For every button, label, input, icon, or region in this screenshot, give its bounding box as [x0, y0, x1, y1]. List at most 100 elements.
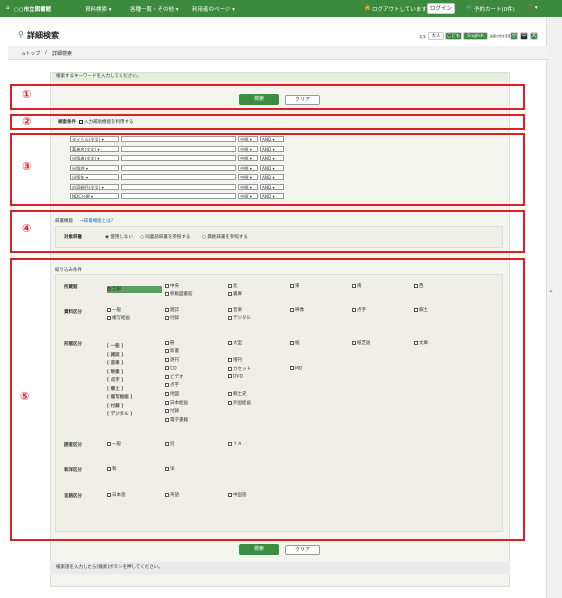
- form-option[interactable]: 付録: [165, 408, 179, 414]
- type-option[interactable]: 郷土: [414, 307, 428, 313]
- form-option[interactable]: 電子書籍: [165, 417, 188, 423]
- site-name[interactable]: ○○市立図書館: [14, 5, 51, 13]
- form-option[interactable]: 増刊: [228, 357, 242, 363]
- library-option[interactable]: 全部: [107, 286, 121, 292]
- help-icon[interactable]: ❓▾: [528, 5, 538, 11]
- zoom-small-button[interactable]: 小: [510, 32, 518, 40]
- match-select[interactable]: 中間 ▾: [238, 174, 258, 180]
- form-option[interactable]: 新書: [165, 348, 179, 354]
- zoom-medium-button[interactable]: 中: [520, 32, 528, 40]
- reader-option[interactable]: ＹＡ: [228, 441, 242, 447]
- form-option[interactable]: MD: [290, 366, 302, 372]
- form-option[interactable]: 地図: [165, 391, 179, 397]
- form-option[interactable]: 逐刊: [165, 357, 179, 363]
- operator-select[interactable]: AND ▾: [260, 183, 284, 190]
- type-option[interactable]: 点字: [352, 307, 366, 313]
- home-icon[interactable]: ⌂: [6, 5, 10, 11]
- library-option[interactable]: 南: [352, 283, 362, 289]
- lang-type-option[interactable]: 洋: [165, 466, 175, 472]
- lang-type-option[interactable]: 和: [107, 466, 117, 472]
- match-select[interactable]: 中間 ▾: [238, 164, 258, 171]
- keyword-input[interactable]: [121, 145, 236, 152]
- keyword-input[interactable]: [121, 183, 236, 190]
- form-group-label: [ 音楽 ]: [107, 361, 124, 366]
- form-option[interactable]: 文庫: [414, 340, 428, 346]
- dictionary-help-link[interactable]: →辞書機能とは？: [80, 218, 115, 224]
- library-option[interactable]: 西: [414, 283, 424, 289]
- clear-button[interactable]: クリア: [285, 95, 320, 105]
- type-option[interactable]: デジタル: [228, 315, 251, 321]
- keyword-input[interactable]: [121, 155, 236, 161]
- zoom-large-button[interactable]: 大: [530, 32, 538, 40]
- form-option[interactable]: 外国絵画: [228, 400, 251, 406]
- library-option[interactable]: 東: [290, 283, 300, 289]
- field-select[interactable]: 出版年 ▾: [70, 174, 119, 180]
- field-select[interactable]: 出版者(全文) ▾: [70, 155, 119, 161]
- field-select[interactable]: タイトル(全文) ▾: [70, 136, 119, 142]
- operator-select[interactable]: AND ▾: [260, 136, 284, 142]
- library-option[interactable]: 中央: [165, 283, 179, 289]
- dict-option-none[interactable]: ◉ 使用しない: [105, 234, 133, 240]
- dict-option-authority[interactable]: ○ 典拠辞書を参照する: [202, 234, 248, 240]
- field-select[interactable]: 著者名(全文) ▾: [70, 145, 119, 152]
- search-button[interactable]: 検索: [239, 94, 279, 105]
- match-select[interactable]: 中間 ▾: [238, 155, 258, 161]
- field-select[interactable]: 出版地 ▾: [70, 164, 119, 171]
- english-button[interactable]: English: [463, 32, 488, 40]
- operator-select[interactable]: AND ▾: [260, 155, 284, 161]
- match-select[interactable]: 中間 ▾: [238, 145, 258, 152]
- form-option[interactable]: 紙芝居: [352, 340, 371, 346]
- operator-select[interactable]: AND ▾: [260, 174, 284, 180]
- type-option[interactable]: 雑誌: [165, 307, 179, 313]
- operator-select[interactable]: AND ▾: [260, 193, 284, 199]
- operator-select[interactable]: AND ▾: [260, 145, 284, 152]
- form-option[interactable]: 郷土史: [228, 391, 247, 397]
- dict-option-synonym[interactable]: ○ 同義語辞書を参照する: [140, 234, 190, 240]
- nav-menu-user[interactable]: 利用者のページ ▾: [192, 5, 235, 13]
- type-option[interactable]: 音楽: [228, 307, 242, 313]
- type-option[interactable]: 付録: [165, 315, 179, 321]
- match-select[interactable]: 中間 ▾: [238, 193, 258, 199]
- form-option[interactable]: 大型: [228, 340, 242, 346]
- nav-menu-lists[interactable]: 各種一覧・その他 ▾: [130, 5, 179, 13]
- type-option[interactable]: 映像: [290, 307, 304, 313]
- form-option[interactable]: ビデオ: [165, 374, 184, 380]
- library-option[interactable]: 書庫: [228, 291, 242, 297]
- form-option[interactable]: カセット: [228, 366, 251, 372]
- scrollbar[interactable]: [546, 17, 562, 598]
- reader-option[interactable]: 一般: [107, 441, 121, 447]
- form-option[interactable]: 紙: [290, 340, 300, 346]
- library-option[interactable]: 北: [228, 283, 238, 289]
- field-select[interactable]: 内容細目(全文) ▾: [70, 183, 119, 190]
- cart-link[interactable]: 予約カート(0件): [474, 5, 515, 13]
- form-option[interactable]: DVD: [228, 374, 243, 380]
- field-select[interactable]: NDC分類 ▾: [70, 193, 119, 199]
- match-select[interactable]: 中間 ▾: [238, 183, 258, 190]
- type-option[interactable]: 一般: [107, 307, 121, 313]
- search-button-bottom[interactable]: 検索: [239, 544, 279, 555]
- assist-checkbox[interactable]: ✓入力補助機能を利用する: [79, 119, 134, 125]
- keyword-input[interactable]: [121, 174, 236, 180]
- login-button[interactable]: ログイン: [427, 3, 455, 14]
- breadcrumb-home[interactable]: ⌂トップ: [22, 50, 40, 57]
- form-option[interactable]: 冊: [165, 340, 175, 346]
- language-option[interactable]: 日本語: [107, 492, 126, 498]
- size-large-button[interactable]: 大人: [428, 32, 444, 40]
- clear-button-bottom[interactable]: クリア: [285, 545, 320, 555]
- reader-option[interactable]: 児: [165, 441, 175, 447]
- keyword-input[interactable]: [121, 136, 236, 142]
- form-option[interactable]: 点字: [165, 382, 179, 388]
- language-option[interactable]: 中国語: [228, 492, 247, 498]
- form-option[interactable]: 日本絵画: [165, 400, 188, 406]
- keyword-input[interactable]: [121, 164, 236, 171]
- form-option[interactable]: CD: [165, 366, 177, 372]
- operator-select[interactable]: AND ▾: [260, 164, 284, 171]
- match-select[interactable]: 中間 ▾: [238, 136, 258, 142]
- nav-menu-search[interactable]: 資料検索 ▾: [85, 5, 112, 13]
- library-option[interactable]: 移動図書館: [165, 291, 193, 297]
- language-option[interactable]: 英語: [165, 492, 179, 498]
- type-option[interactable]: 複写絵画: [107, 315, 130, 321]
- size-child-button[interactable]: こども: [445, 32, 462, 40]
- keyword-input[interactable]: [121, 193, 236, 199]
- chevron-down-icon[interactable]: ⌄: [548, 286, 554, 294]
